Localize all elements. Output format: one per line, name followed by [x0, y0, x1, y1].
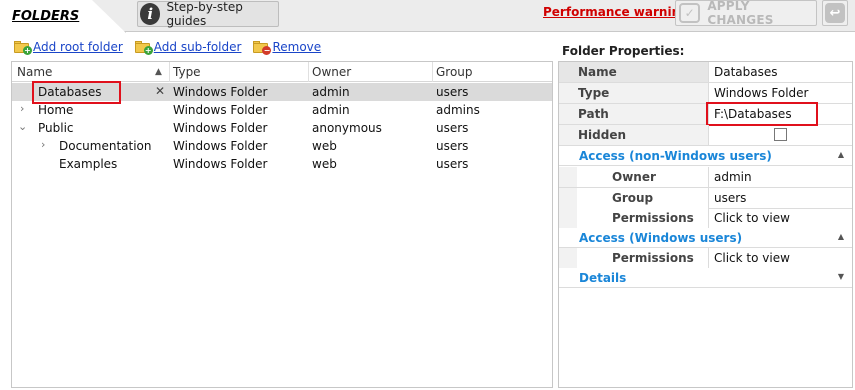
folder-toolbar: + Add root folder + Add sub-folder − Rem… — [14, 40, 333, 55]
prop-row-permissions: Permissions Click to view — [559, 208, 852, 229]
prop-key-type: Type — [559, 83, 709, 103]
undo-button[interactable]: ↩ — [822, 0, 848, 26]
column-header-group[interactable]: Group — [436, 65, 473, 79]
prop-row-name: Name Databases — [559, 62, 852, 83]
undo-icon: ↩ — [825, 3, 845, 23]
section-title[interactable]: Details — [579, 271, 626, 285]
permissions-click-to-view[interactable]: Click to view — [714, 251, 790, 265]
guides-label: Step-by-step guides — [166, 0, 243, 28]
row-name: Documentation — [59, 139, 152, 153]
prop-key-hidden: Hidden — [559, 125, 709, 145]
prop-row-group: Group users — [559, 188, 852, 209]
add-root-folder-button[interactable]: + Add root folder — [14, 40, 123, 55]
row-owner: admin — [312, 85, 350, 99]
row-group: users — [436, 157, 469, 171]
remove-folder-icon: − — [253, 41, 272, 55]
row-group: admins — [436, 103, 480, 117]
prop-key-name: Name — [559, 62, 709, 82]
expand-down-icon[interactable]: ▼ — [838, 272, 844, 281]
tab-folders-label[interactable]: FOLDERS — [12, 9, 79, 24]
row-name: Public — [38, 121, 74, 135]
prop-key-permissions: Permissions — [559, 208, 709, 228]
prop-value-type[interactable]: Windows Folder — [714, 86, 808, 100]
column-header-owner[interactable]: Owner — [312, 65, 351, 79]
close-icon[interactable]: ✕ — [155, 84, 165, 98]
section-title[interactable]: Access (Windows users) — [579, 231, 742, 245]
prop-row-owner: Owner admin — [559, 167, 852, 188]
prop-value-owner[interactable]: admin — [714, 170, 752, 184]
sort-asc-icon[interactable]: ▲ — [155, 67, 162, 77]
add-subfolder-icon: + — [134, 41, 153, 55]
row-type: Windows Folder — [173, 139, 268, 153]
tab-folders[interactable]: FOLDERS — [0, 0, 126, 33]
performance-warning-link[interactable]: Performance warning — [543, 5, 689, 19]
add-folder-icon: + — [14, 41, 32, 55]
check-shield-icon: ✓ — [679, 3, 701, 23]
row-type: Windows Folder — [173, 157, 268, 171]
prop-key-path: Path — [559, 104, 709, 124]
folder-properties-grid: Name Databases Type Windows Folder Path … — [558, 61, 853, 388]
row-group: users — [436, 139, 469, 153]
prop-row-type: Type Windows Folder — [559, 83, 852, 104]
apply-changes-label: APPLY CHANGES — [707, 0, 774, 27]
prop-row-permissions-windows: Permissions Click to view — [559, 248, 852, 269]
info-icon: i — [140, 3, 161, 25]
prop-key-permissions: Permissions — [559, 248, 709, 268]
permissions-click-to-view[interactable]: Click to view — [714, 211, 790, 225]
tree-row-documentation[interactable]: › Documentation Windows Folder web users — [12, 137, 552, 155]
prop-key-owner: Owner — [559, 167, 709, 187]
prop-row-hidden: Hidden — [559, 125, 852, 146]
step-by-step-guides-button[interactable]: i Step-by-step guides — [137, 0, 279, 28]
chevron-right-icon[interactable]: › — [20, 102, 24, 115]
prop-value-group[interactable]: users — [714, 191, 746, 205]
section-access-non-windows[interactable]: Access (non-Windows users) ▲ — [559, 146, 852, 166]
chevron-right-icon[interactable]: › — [41, 138, 45, 151]
prop-key-group: Group — [559, 188, 709, 208]
section-details[interactable]: Details ▼ — [559, 268, 852, 288]
chevron-down-icon[interactable]: ⌄ — [18, 120, 27, 133]
row-type: Windows Folder — [173, 85, 268, 99]
hidden-checkbox[interactable] — [774, 128, 787, 141]
collapse-up-icon[interactable]: ▲ — [838, 150, 844, 159]
top-bar: FOLDERS i Step-by-step guides Performanc… — [0, 0, 855, 33]
remove-folder-button[interactable]: − Remove — [253, 40, 321, 55]
tree-row-examples[interactable]: Examples Windows Folder web users — [12, 155, 552, 173]
column-header-name[interactable]: Name — [17, 65, 52, 79]
row-name: Examples — [59, 157, 118, 171]
section-access-windows[interactable]: Access (Windows users) ▲ — [559, 228, 852, 248]
tree-header: Name ▲ Type Owner Group — [12, 62, 552, 82]
tree-row-home[interactable]: › Home Windows Folder admin admins — [12, 101, 552, 119]
section-title[interactable]: Access (non-Windows users) — [579, 149, 772, 163]
folder-tree[interactable]: Name ▲ Type Owner Group Databases ✕ Wind… — [11, 61, 553, 388]
row-name: Home — [38, 103, 74, 117]
add-sub-folder-label[interactable]: Add sub-folder — [154, 40, 242, 54]
folder-properties-title: Folder Properties: — [562, 44, 685, 58]
tree-row-public[interactable]: ⌄ Public Windows Folder anonymous users — [12, 119, 552, 137]
row-owner: web — [312, 139, 337, 153]
column-header-type[interactable]: Type — [173, 65, 201, 79]
remove-label[interactable]: Remove — [272, 40, 321, 54]
prop-value-name[interactable]: Databases — [714, 65, 778, 79]
row-type: Windows Folder — [173, 103, 268, 117]
row-owner: anonymous — [312, 121, 382, 135]
row-type: Windows Folder — [173, 121, 268, 135]
apply-changes-button[interactable]: ✓ APPLY CHANGES — [675, 0, 817, 27]
row-group: users — [436, 85, 469, 99]
add-root-folder-label[interactable]: Add root folder — [33, 40, 123, 54]
add-sub-folder-button[interactable]: + Add sub-folder — [134, 40, 242, 55]
highlight-box-path — [706, 102, 818, 126]
row-group: users — [436, 121, 469, 135]
row-owner: admin — [312, 103, 350, 117]
collapse-up-icon[interactable]: ▲ — [838, 232, 844, 241]
row-owner: web — [312, 157, 337, 171]
